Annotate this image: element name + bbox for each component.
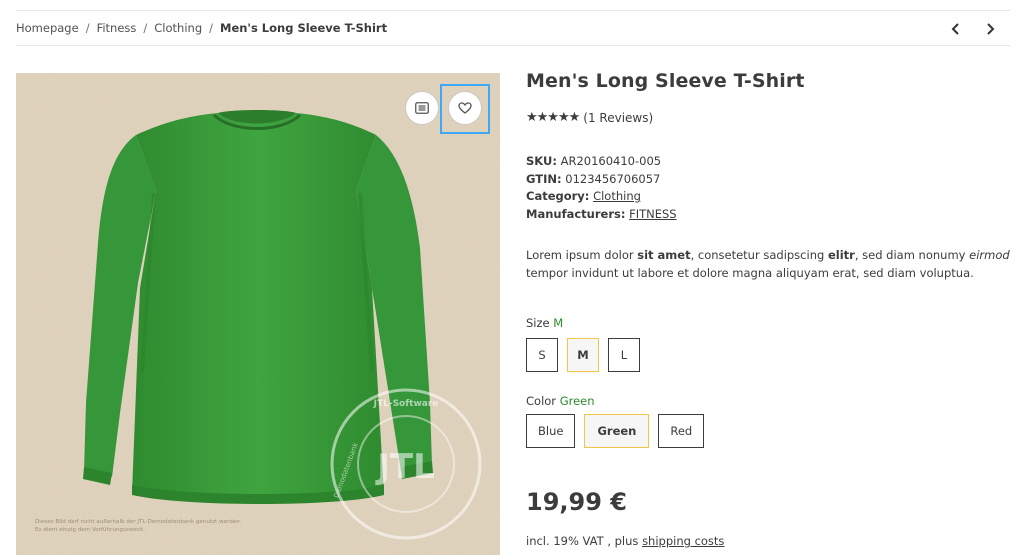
product-attributes: SKU: AR20160410-005 GTIN: 0123456706057 … xyxy=(526,153,677,223)
star-rating-icon: ★★★★★ xyxy=(526,110,580,125)
product-navigation xyxy=(946,19,1000,39)
chevron-right-icon xyxy=(987,23,995,35)
product-short-description: Lorem ipsum dolor sit amet, consetetur s… xyxy=(526,248,1010,280)
breadcrumb-separator: / xyxy=(85,21,90,35)
gtin-value: 0123456706057 xyxy=(565,171,661,186)
category-link[interactable]: Clothing xyxy=(593,189,641,203)
watermark-seal: JTL-Software Demodatenbank JTL xyxy=(330,388,482,540)
color-option-green[interactable]: Green xyxy=(584,414,650,448)
product-title: Men's Long Sleeve T-Shirt xyxy=(526,70,805,92)
add-to-compare-button[interactable] xyxy=(405,91,439,125)
sku-value: AR20160410-005 xyxy=(560,154,662,168)
color-options: Blue Green Red xyxy=(526,414,705,448)
gtin-row: GTIN: 0123456706057 xyxy=(526,171,661,186)
size-option-s[interactable]: S xyxy=(526,338,558,372)
category-row: Category: Clothing xyxy=(526,189,641,203)
image-fine-print: Dieses Bild darf nicht außerhalb der JTL… xyxy=(35,519,242,533)
breadcrumb: Homepage / Fitness / Clothing / Men's Lo… xyxy=(16,21,387,35)
breadcrumb-separator: / xyxy=(143,21,148,35)
list-icon xyxy=(415,102,429,114)
size-option-m[interactable]: M xyxy=(567,338,599,372)
vat-notice: incl. 19% VAT , plus shipping costs xyxy=(526,534,725,548)
color-label: Color Green xyxy=(526,394,595,408)
color-option-red[interactable]: Red xyxy=(658,414,705,448)
chevron-left-icon xyxy=(951,23,959,35)
manufacturer-row: Manufacturers: FITNESS xyxy=(526,206,677,221)
product-image[interactable]: JTL-Software Demodatenbank JTL Dieses Bi… xyxy=(16,73,500,555)
next-product-button[interactable] xyxy=(980,19,1000,39)
product-info: Men's Long Sleeve T-Shirt ★★★★★ (1 Revie… xyxy=(526,70,1016,548)
breadcrumb-bar: Homepage / Fitness / Clothing / Men's Lo… xyxy=(16,10,1010,46)
product-price: 19,99 € xyxy=(526,488,627,516)
size-option-l[interactable]: L xyxy=(608,338,640,372)
previous-product-button[interactable] xyxy=(946,19,966,39)
size-label: Size M xyxy=(526,316,564,330)
breadcrumb-homepage[interactable]: Homepage xyxy=(16,21,79,35)
breadcrumb-fitness[interactable]: Fitness xyxy=(97,21,137,35)
shipping-costs-link[interactable]: shipping costs xyxy=(642,534,724,548)
breadcrumb-separator: / xyxy=(209,21,213,35)
sku-row: SKU: AR20160410-005 xyxy=(526,154,662,168)
color-option-blue[interactable]: Blue xyxy=(526,414,576,448)
size-options: S M L xyxy=(526,338,640,372)
size-selected-value: M xyxy=(553,316,564,330)
heart-icon xyxy=(458,102,472,114)
svg-text:JTL-Software: JTL-Software xyxy=(373,399,439,409)
svg-text:JTL: JTL xyxy=(375,447,435,487)
breadcrumb-clothing[interactable]: Clothing xyxy=(154,21,202,35)
review-count[interactable]: (1 Reviews) xyxy=(583,111,653,125)
manufacturer-link[interactable]: FITNESS xyxy=(629,207,677,221)
svg-text:Demodatenbank: Demodatenbank xyxy=(332,441,360,499)
color-selected-value: Green xyxy=(559,394,595,408)
product-rating[interactable]: ★★★★★ (1 Reviews) xyxy=(526,110,653,125)
add-to-wishlist-button[interactable] xyxy=(448,91,482,125)
breadcrumb-current: Men's Long Sleeve T-Shirt xyxy=(220,21,388,35)
